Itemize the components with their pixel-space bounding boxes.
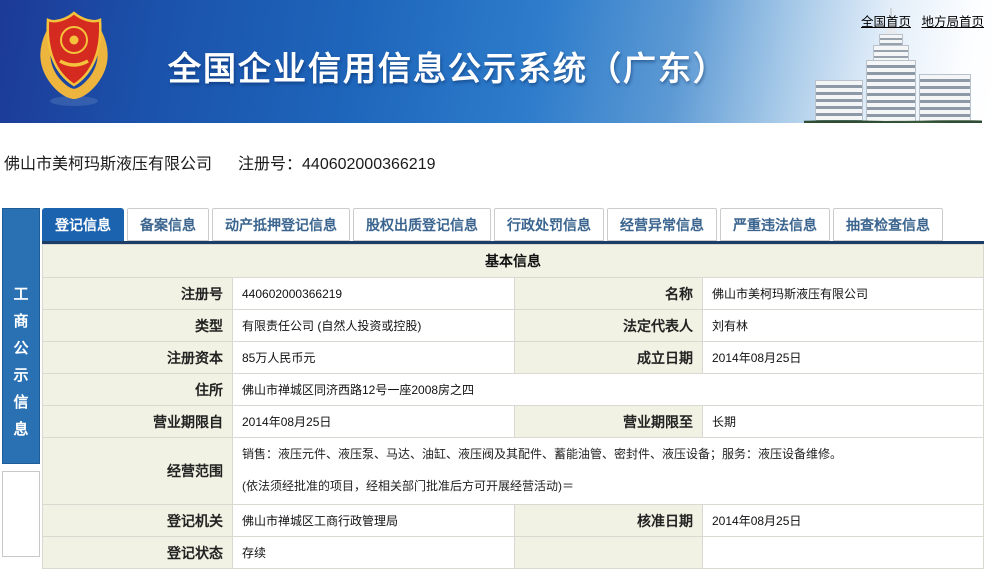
est-date-value: 2014年08月25日 [703, 342, 984, 374]
table-row: 注册资本 85万人民币元 成立日期 2014年08月25日 [43, 342, 984, 374]
building-right-wing [919, 74, 971, 123]
trees-decoration [804, 117, 982, 123]
section-title: 基本信息 [43, 245, 984, 278]
name-value: 佛山市美柯玛斯液压有限公司 [703, 278, 984, 310]
sidebar-empty-panel [2, 471, 40, 557]
local-bureau-home-link[interactable]: 地方局首页 [921, 15, 984, 29]
legal-rep-value: 刘有林 [703, 310, 984, 342]
company-registration-number: 注册号：440602000366219 [238, 156, 435, 173]
address-label: 住所 [43, 374, 233, 406]
empty-label-cell [515, 537, 703, 569]
address-value: 佛山市禅城区同济西路12号一座2008房之四 [233, 374, 984, 406]
site-title: 全国企业信用信息公示系统（广东） [168, 42, 728, 90]
table-row: 类型 有限责任公司 (自然人投资或控股) 法定代表人 刘有林 [43, 310, 984, 342]
company-headline: 佛山市美柯玛斯液压有限公司 注册号：440602000366219 [4, 150, 992, 174]
type-label: 类型 [43, 310, 233, 342]
tab-dongchan-diya[interactable]: 动产抵押登记信息 [212, 208, 350, 241]
reg-status-value: 存续 [233, 537, 515, 569]
term-to-value: 长期 [703, 406, 984, 438]
header-banner: 全国企业信用信息公示系统（广东） 全国首页 地方局首页 [0, 0, 992, 123]
empty-value-cell [703, 537, 984, 569]
tab-guquan-chuzhi[interactable]: 股权出质登记信息 [353, 208, 491, 241]
national-home-link[interactable]: 全国首页 [861, 15, 911, 29]
sidebar-item-label: 工商公示信息 [13, 281, 30, 443]
business-scope-label: 经营范围 [43, 438, 233, 505]
approval-date-value: 2014年08月25日 [703, 505, 984, 537]
term-to-label: 营业期限至 [515, 406, 703, 438]
reg-capital-label: 注册资本 [43, 342, 233, 374]
business-scope-line1: 销售：液压元件、液压泵、马达、油缸、液压阀及其配件、蓄能油管、密封件、液压设备；… [242, 445, 974, 462]
legal-rep-label: 法定代表人 [515, 310, 703, 342]
table-row: 注册号 440602000366219 名称 佛山市美柯玛斯液压有限公司 [43, 278, 984, 310]
reg-no-value: 440602000366219 [233, 278, 515, 310]
tab-choucha-jiancha[interactable]: 抽查检查信息 [833, 208, 943, 241]
reg-capital-value: 85万人民币元 [233, 342, 515, 374]
tab-dengji-xinxi[interactable]: 登记信息 [42, 208, 124, 241]
table-row: 经营范围 销售：液压元件、液压泵、马达、油缸、液压阀及其配件、蓄能油管、密封件、… [43, 438, 984, 505]
name-label: 名称 [515, 278, 703, 310]
tab-xingzheng-chufa[interactable]: 行政处罚信息 [494, 208, 604, 241]
reg-no-label: 注册号 [43, 278, 233, 310]
term-from-label: 营业期限自 [43, 406, 233, 438]
business-scope-value: 销售：液压元件、液压泵、马达、油缸、液压阀及其配件、蓄能油管、密封件、液压设备；… [233, 438, 984, 505]
business-scope-line2: (依法须经批准的项目，经相关部门批准后方可开展经营活动)＝ [242, 477, 974, 494]
reg-authority-value: 佛山市禅城区工商行政管理局 [233, 505, 515, 537]
table-section-row: 基本信息 [43, 245, 984, 278]
tab-beian-xinxi[interactable]: 备案信息 [127, 208, 209, 241]
table-row: 登记状态 存续 [43, 537, 984, 569]
reg-authority-label: 登记机关 [43, 505, 233, 537]
left-sidebar: 工商公示信息 [2, 208, 40, 557]
table-row: 营业期限自 2014年08月25日 营业期限至 长期 [43, 406, 984, 438]
sidebar-item-gongshang-gongshi[interactable]: 工商公示信息 [2, 208, 40, 464]
info-tabbar: 登记信息 备案信息 动产抵押登记信息 股权出质登记信息 行政处罚信息 经营异常信… [42, 208, 984, 241]
approval-date-label: 核准日期 [515, 505, 703, 537]
term-from-value: 2014年08月25日 [233, 406, 515, 438]
company-name: 佛山市美柯玛斯液压有限公司 [4, 156, 212, 173]
basic-info-table: 基本信息 注册号 440602000366219 名称 佛山市美柯玛斯液压有限公… [42, 244, 984, 569]
saic-shield-emblem-icon [36, 5, 112, 114]
tab-jingying-yichang[interactable]: 经营异常信息 [607, 208, 717, 241]
type-value: 有限责任公司 (自然人投资或控股) [233, 310, 515, 342]
reg-status-label: 登记状态 [43, 537, 233, 569]
tab-yanzhong-weifa[interactable]: 严重违法信息 [720, 208, 830, 241]
table-row: 登记机关 佛山市禅城区工商行政管理局 核准日期 2014年08月25日 [43, 505, 984, 537]
table-row: 住所 佛山市禅城区同济西路12号一座2008房之四 [43, 374, 984, 406]
main-area: 工商公示信息 登记信息 备案信息 动产抵押登记信息 股权出质登记信息 行政处罚信… [0, 208, 992, 569]
header-links: 全国首页 地方局首页 [854, 11, 984, 30]
est-date-label: 成立日期 [515, 342, 703, 374]
content-area: 登记信息 备案信息 动产抵押登记信息 股权出质登记信息 行政处罚信息 经营异常信… [42, 208, 984, 569]
